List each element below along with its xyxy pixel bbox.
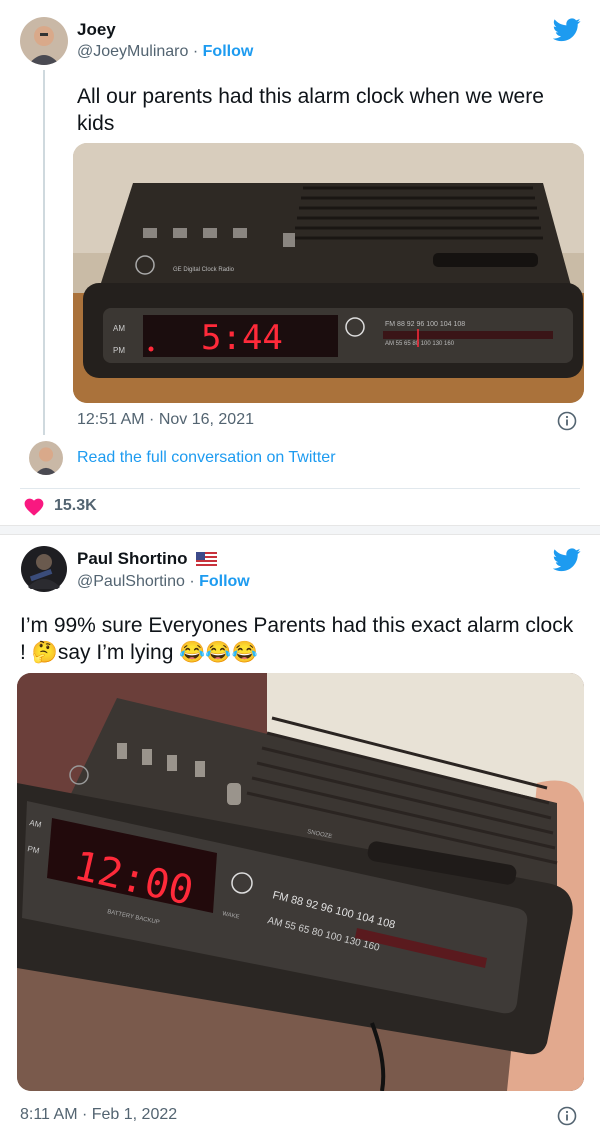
tweet-text-part2: say I’m lying: [57, 641, 174, 664]
us-flag-icon: [196, 552, 218, 566]
read-conversation-link[interactable]: Read the full conversation on Twitter: [77, 449, 336, 467]
avatar[interactable]: [20, 17, 68, 65]
thinking-emoji-icon: 🤔: [31, 641, 58, 664]
tweet-card-1: Joey @JoeyMulinaro · Follow All our pare…: [0, 0, 600, 530]
author-handle[interactable]: @PaulShortino: [77, 573, 185, 590]
tweet-timestamp[interactable]: 8:11 AM · Feb 1, 2022: [20, 1106, 177, 1124]
like-count: 15.3K: [54, 497, 97, 514]
clock-brand-label: GE Digital Clock Radio: [173, 267, 235, 273]
avatar-small[interactable]: [29, 441, 63, 475]
author-name[interactable]: Paul Shortino: [77, 549, 188, 568]
info-icon[interactable]: [557, 411, 577, 431]
tweet-card-2: Paul Shortino @PaulShortino · Follow I’m…: [0, 530, 600, 1142]
follow-button[interactable]: Follow: [203, 43, 254, 60]
twitter-bird-icon[interactable]: [553, 548, 581, 572]
laughing-emoji-icon: 😂😂😂: [179, 641, 258, 664]
pm-label: PM: [113, 346, 125, 355]
follow-button[interactable]: Follow: [199, 573, 250, 590]
author-handle-line: @PaulShortino · Follow: [77, 573, 250, 591]
tweet-text: All our parents had this alarm clock whe…: [77, 85, 544, 135]
author-handle[interactable]: @JoeyMulinaro: [77, 43, 188, 60]
author-handle-line: @JoeyMulinaro · Follow: [77, 43, 253, 61]
info-icon[interactable]: [557, 1106, 577, 1126]
tweet-photo[interactable]: GE Digital Clock Radio AM PM 5:44 FM 88 …: [73, 143, 584, 403]
author-name-group: Paul Shortino: [77, 549, 218, 569]
twitter-bird-icon[interactable]: [553, 18, 581, 42]
dot-separator: ·: [189, 573, 195, 590]
fm-scale: FM 88 92 96 100 104 108: [385, 321, 465, 328]
am-scale: AM 55 65 80 100 130 160: [385, 341, 455, 347]
avatar[interactable]: [20, 545, 68, 593]
clock-display: 5:44: [201, 318, 283, 358]
author-name[interactable]: Joey: [77, 20, 116, 40]
tweet-timestamp[interactable]: 12:51 AM · Nov 16, 2021: [77, 411, 254, 429]
heart-icon[interactable]: [24, 498, 44, 516]
am-label: AM: [113, 324, 125, 333]
thread-connector: [43, 70, 45, 435]
divider: [20, 488, 580, 489]
tweet-text: I’m 99% sure Everyones Parents had this …: [20, 612, 580, 666]
dot-separator: ·: [192, 43, 199, 60]
tweet-photo[interactable]: AM PM 12:00 FM 88 92 96 100 104 108 AM 5…: [17, 673, 584, 1091]
